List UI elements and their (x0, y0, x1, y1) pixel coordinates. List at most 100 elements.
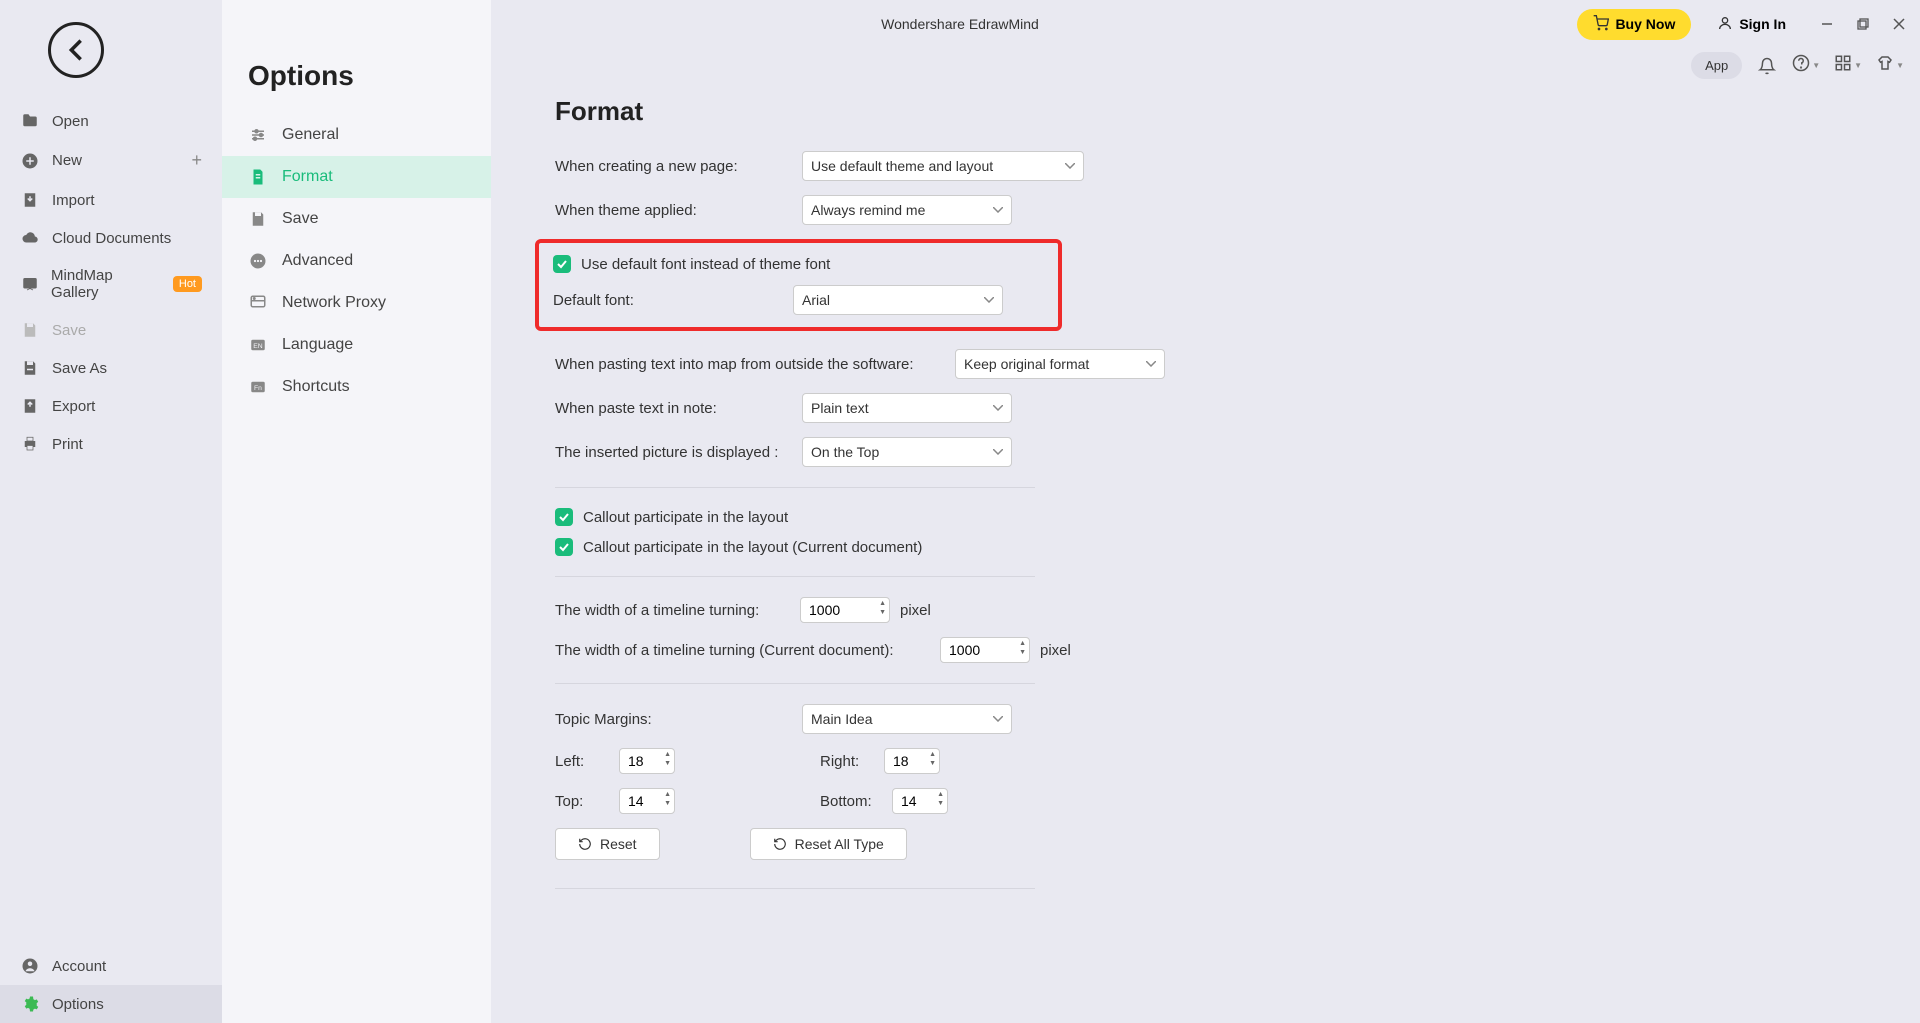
sidebar-item-save: Save (0, 311, 222, 349)
options-item-advanced[interactable]: Advanced (222, 240, 491, 282)
callout-layout-doc-checkbox[interactable] (555, 538, 573, 556)
theme-applied-select[interactable]: Always remind me (802, 195, 1012, 225)
timeline-width-input[interactable] (800, 597, 890, 623)
save-icon (248, 210, 268, 228)
svg-text:Fn: Fn (254, 385, 262, 392)
divider (555, 683, 1035, 684)
margin-top-label: Top: (555, 793, 605, 810)
options-item-label: Shortcuts (282, 378, 350, 396)
paste-map-label: When pasting text into map from outside … (555, 356, 955, 373)
sidebar-item-options[interactable]: Options (0, 985, 222, 1023)
left-sidebar: Open New + Import Cloud Documents MindMa… (0, 0, 222, 1023)
keyboard-icon: Fn (248, 378, 268, 396)
paste-map-select[interactable]: Keep original format (955, 349, 1165, 379)
options-item-label: Language (282, 336, 353, 354)
format-heading: Format (555, 96, 1920, 127)
default-font-checkbox[interactable] (553, 255, 571, 273)
callout-layout-label: Callout participate in the layout (583, 509, 788, 526)
picture-select[interactable]: On the Top (802, 437, 1012, 467)
import-icon (20, 191, 40, 209)
sidebar-item-export[interactable]: Export (0, 387, 222, 425)
options-item-label: Advanced (282, 252, 353, 270)
back-button[interactable] (48, 22, 104, 78)
spinner-icon[interactable]: ▲▼ (1019, 639, 1026, 657)
sidebar-item-save-as[interactable]: Save As (0, 349, 222, 387)
timeline-width-label: The width of a timeline turning: (555, 602, 790, 619)
svg-text:EN: EN (253, 343, 263, 350)
spinner-icon[interactable]: ▲▼ (664, 750, 671, 768)
sidebar-item-label: MindMap Gallery (51, 267, 159, 301)
options-item-label: Format (282, 168, 333, 186)
export-icon (20, 397, 40, 415)
spinner-icon[interactable]: ▲▼ (879, 599, 886, 617)
settings-icon (248, 126, 268, 144)
reset-all-label: Reset All Type (795, 836, 884, 852)
sidebar-item-label: Open (52, 113, 89, 130)
refresh-icon (578, 837, 592, 851)
topic-margins-select[interactable]: Main Idea (802, 704, 1012, 734)
options-panel: Options General Format Save Advanced Net… (222, 0, 491, 1023)
options-item-save[interactable]: Save (222, 198, 491, 240)
sidebar-item-label: Print (52, 436, 83, 453)
sidebar-item-label: Export (52, 398, 95, 415)
default-font-select[interactable]: Arial (793, 285, 1003, 315)
margin-left-label: Left: (555, 753, 605, 770)
default-font-label: Default font: (553, 292, 793, 309)
language-icon: EN (248, 336, 268, 354)
folder-icon (20, 112, 40, 130)
sidebar-item-import[interactable]: Import (0, 181, 222, 219)
default-font-highlight: Use default font instead of theme font D… (535, 239, 1062, 331)
reset-label: Reset (600, 836, 637, 852)
dots-icon (248, 252, 268, 270)
sidebar-item-print[interactable]: Print (0, 425, 222, 463)
sidebar-item-label: New (52, 152, 82, 169)
options-item-label: Network Proxy (282, 294, 386, 312)
picture-label: The inserted picture is displayed : (555, 444, 802, 461)
refresh-icon (773, 837, 787, 851)
pixel-unit: pixel (1040, 642, 1071, 659)
sidebar-item-label: Save (52, 322, 86, 339)
network-icon (248, 294, 268, 312)
sidebar-item-account[interactable]: Account (0, 947, 222, 985)
options-item-general[interactable]: General (222, 114, 491, 156)
save-icon (20, 321, 40, 339)
sidebar-item-mindmap-gallery[interactable]: MindMap Gallery Hot (0, 257, 222, 311)
timeline-width-doc-label: The width of a timeline turning (Current… (555, 642, 930, 659)
callout-layout-checkbox[interactable] (555, 508, 573, 526)
chat-icon (20, 275, 39, 293)
new-page-select[interactable]: Use default theme and layout (802, 151, 1084, 181)
hot-badge: Hot (173, 276, 202, 292)
save-as-icon (20, 359, 40, 377)
options-item-format[interactable]: Format (222, 156, 491, 198)
sidebar-item-label: Import (52, 192, 95, 209)
gear-icon (20, 995, 40, 1013)
divider (555, 888, 1035, 889)
plus-icon[interactable]: + (191, 150, 202, 171)
document-icon (248, 168, 268, 186)
options-item-shortcuts[interactable]: Fn Shortcuts (222, 366, 491, 408)
sidebar-item-new[interactable]: New + (0, 140, 222, 181)
sidebar-item-label: Account (52, 958, 106, 975)
format-content: Format When creating a new page: Use def… (491, 0, 1920, 1023)
sidebar-item-open[interactable]: Open (0, 102, 222, 140)
spinner-icon[interactable]: ▲▼ (937, 790, 944, 808)
sidebar-item-label: Options (52, 996, 104, 1013)
cloud-icon (20, 229, 40, 247)
spinner-icon[interactable]: ▲▼ (664, 790, 671, 808)
theme-applied-label: When theme applied: (555, 202, 802, 219)
new-page-label: When creating a new page: (555, 158, 802, 175)
spinner-icon[interactable]: ▲▼ (929, 750, 936, 768)
options-item-label: General (282, 126, 339, 144)
options-item-network-proxy[interactable]: Network Proxy (222, 282, 491, 324)
reset-button[interactable]: Reset (555, 828, 660, 860)
paste-note-select[interactable]: Plain text (802, 393, 1012, 423)
reset-all-button[interactable]: Reset All Type (750, 828, 907, 860)
divider (555, 487, 1035, 488)
timeline-width-doc-input[interactable] (940, 637, 1030, 663)
paste-note-label: When paste text in note: (555, 400, 802, 417)
plus-circle-icon (20, 152, 40, 170)
account-icon (20, 957, 40, 975)
options-item-language[interactable]: EN Language (222, 324, 491, 366)
default-font-check-label: Use default font instead of theme font (581, 256, 830, 273)
sidebar-item-cloud-documents[interactable]: Cloud Documents (0, 219, 222, 257)
